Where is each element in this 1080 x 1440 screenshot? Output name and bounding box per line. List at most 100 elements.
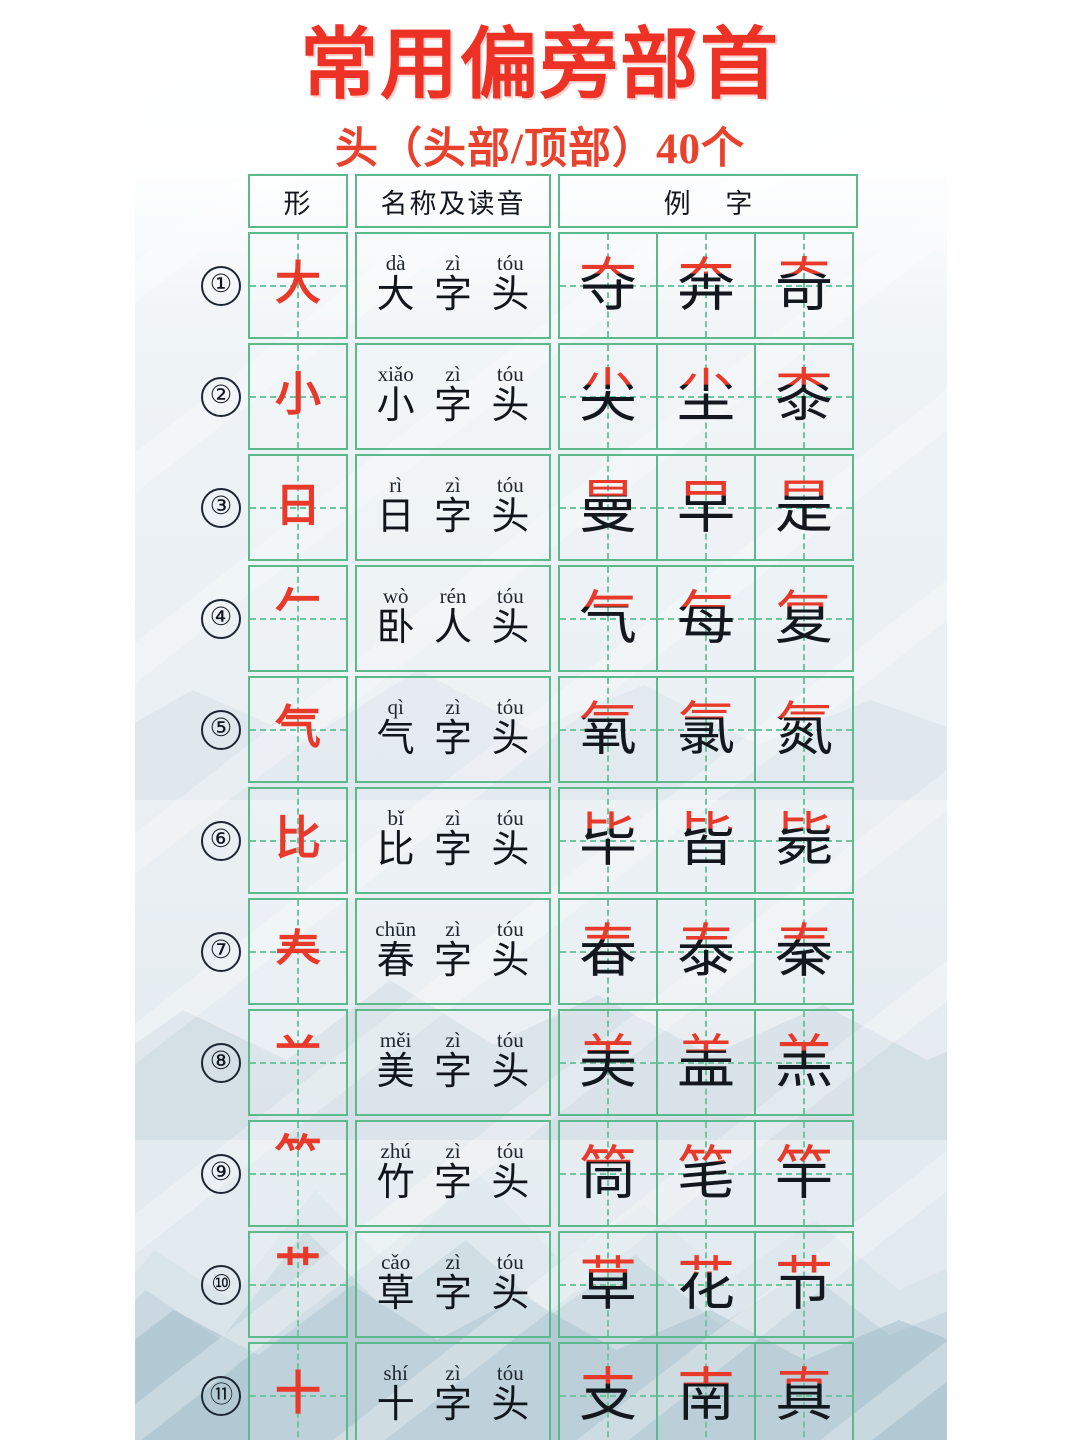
pinyin-syllable: zì — [445, 806, 461, 831]
table-row: ① 大 dà zì tóu 大字头夺奔奇 — [193, 232, 893, 339]
index-spacer — [193, 174, 248, 228]
example-chars-group: 毕皆毙 — [558, 787, 858, 894]
radical-name-cell: rì zì tóu 日字头 — [355, 454, 551, 561]
example-char-cell: 羔 — [754, 1009, 854, 1116]
example-char-cell: 春 — [558, 898, 658, 1005]
pinyin-syllable: tóu — [496, 917, 524, 942]
table-row: ⑤ 气 qì zì tóu 气字头氧氯氮 — [193, 676, 893, 783]
example-char-glyph: 笔 — [658, 1122, 754, 1225]
column-header-examples: 例 字 — [558, 174, 858, 228]
radical-name-cell: dà zì tóu 大字头 — [355, 232, 551, 339]
name-hanzi: 头 — [491, 940, 530, 983]
name-hanzi-row: 卧人头 — [367, 607, 539, 650]
name-hanzi: 头 — [491, 1051, 530, 1094]
example-char-cell: 南 — [656, 1342, 756, 1440]
radical-glyph: 𡗗 — [275, 921, 321, 976]
example-char-glyph: 是 — [756, 456, 852, 559]
example-char-cell: 复 — [754, 565, 854, 672]
name-hanzi: 头 — [491, 718, 530, 761]
name-hanzi: 美 — [376, 1051, 415, 1094]
radical-glyph: 大 — [275, 255, 321, 310]
example-char-glyph: 竿 — [756, 1122, 852, 1225]
radical-form-cell: 气 — [248, 676, 348, 783]
name-hanzi: 字 — [433, 1384, 472, 1427]
example-char-cell: 笔 — [656, 1120, 756, 1227]
radical-glyph: ⺮ — [275, 1130, 321, 1184]
example-char-cell: 尘 — [656, 343, 756, 450]
pinyin-syllable: chūn — [375, 917, 417, 942]
row-index-badge: ⑤ — [200, 709, 241, 750]
row-index-cell: ⑦ — [193, 898, 248, 1005]
name-hanzi-row: 小字头 — [367, 385, 539, 428]
row-index-badge: ② — [200, 376, 241, 417]
example-char-glyph: 曼 — [560, 456, 656, 559]
example-chars-group: 气每复 — [558, 565, 858, 672]
pinyin-syllable: zì — [445, 362, 461, 387]
name-inner: chūn zì tóu 春字头 — [357, 900, 549, 1003]
example-char-cell: 毙 — [754, 787, 854, 894]
name-inner: měi zì tóu 美字头 — [357, 1011, 549, 1114]
radical-name-cell: wò rén tóu 卧人头 — [355, 565, 551, 672]
radical-glyph: 比 — [275, 810, 321, 865]
name-hanzi: 字 — [433, 829, 472, 872]
radical-glyph: 𠂉 — [275, 575, 321, 629]
name-hanzi: 日 — [376, 496, 415, 539]
row-index-cell: ③ — [193, 454, 248, 561]
example-char-glyph: 真 — [756, 1344, 852, 1440]
example-char-glyph: 奔 — [658, 234, 754, 337]
name-hanzi-row: 大字头 — [367, 274, 539, 317]
pinyin-row: rì zì tóu — [367, 474, 539, 496]
row-index-cell: ① — [193, 232, 248, 339]
example-chars-group: 美盖羔 — [558, 1009, 858, 1116]
radical-glyph: 䒑 — [275, 1019, 321, 1073]
example-char-glyph: 桼 — [756, 345, 852, 448]
example-char-glyph: 美 — [560, 1011, 656, 1114]
example-char-glyph: 节 — [756, 1233, 852, 1336]
pinyin-syllable: tóu — [496, 806, 524, 831]
pinyin-syllable: tóu — [496, 695, 524, 720]
row-index-cell: ⑧ — [193, 1009, 248, 1116]
example-char-cell: 奔 — [656, 232, 756, 339]
example-char-cell: 支 — [558, 1342, 658, 1440]
example-chars-group: 支南真 — [558, 1342, 858, 1440]
table-row: ⑥ 比 bǐ zì tóu 比字头毕皆毙 — [193, 787, 893, 894]
example-char-glyph: 尖 — [560, 345, 656, 448]
table-row: ③ 日 rì zì tóu 日字头曼早是 — [193, 454, 893, 561]
example-char-glyph: 毕 — [560, 789, 656, 892]
example-char-glyph: 盖 — [658, 1011, 754, 1114]
example-char-glyph: 草 — [560, 1233, 656, 1336]
example-char-cell: 是 — [754, 454, 854, 561]
pinyin-syllable: měi — [379, 1028, 412, 1053]
row-index-badge: ③ — [200, 487, 241, 528]
radical-glyph: 小 — [275, 366, 321, 421]
example-char-glyph: 泰 — [658, 900, 754, 1003]
pinyin-syllable: zì — [445, 251, 461, 276]
pinyin-syllable: shí — [383, 1361, 408, 1386]
pinyin-syllable: tóu — [496, 1250, 524, 1275]
example-char-cell: 真 — [754, 1342, 854, 1440]
pinyin-syllable: zì — [445, 473, 461, 498]
radical-glyph: 气 — [275, 699, 321, 754]
table-row: ⑦ 𡗗 chūn zì tóu 春字头春泰秦 — [193, 898, 893, 1005]
pinyin-syllable: bǐ — [387, 806, 404, 831]
radical-name-cell: xiǎo zì tóu 小字头 — [355, 343, 551, 450]
pinyin-syllable: tóu — [496, 473, 524, 498]
name-hanzi: 头 — [491, 1273, 530, 1316]
header: 常用偏旁部首 头（头部/顶部）40个 — [0, 0, 1080, 171]
name-hanzi: 气 — [376, 718, 415, 761]
name-hanzi: 头 — [491, 385, 530, 428]
pinyin-syllable: tóu — [496, 251, 524, 276]
radical-form-cell: 比 — [248, 787, 348, 894]
example-chars-group: 筒笔竿 — [558, 1120, 858, 1227]
radical-name-cell: měi zì tóu 美字头 — [355, 1009, 551, 1116]
example-char-cell: 皆 — [656, 787, 756, 894]
row-index-cell: ⑪ — [193, 1342, 248, 1440]
example-char-cell: 泰 — [656, 898, 756, 1005]
radical-form-cell: 大 — [248, 232, 348, 339]
name-hanzi: 比 — [376, 829, 415, 872]
pinyin-row: wò rén tóu — [367, 585, 539, 607]
pinyin-syllable: zì — [445, 1139, 461, 1164]
example-chars-group: 尖尘桼 — [558, 343, 858, 450]
row-index-badge: ④ — [200, 598, 241, 639]
name-hanzi: 字 — [433, 1162, 472, 1205]
